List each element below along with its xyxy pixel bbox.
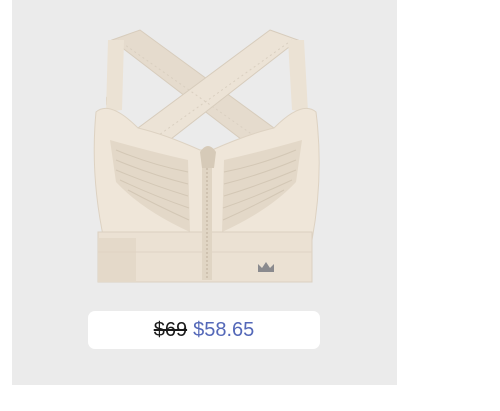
original-price: $69 [153, 319, 188, 341]
product-card[interactable]: $69 $58.65 [12, 0, 397, 385]
product-image[interactable] [12, 0, 397, 300]
price-tag: $69 $58.65 [88, 311, 320, 349]
zipper-pull [200, 146, 216, 168]
sale-price: $58.65 [193, 319, 255, 341]
